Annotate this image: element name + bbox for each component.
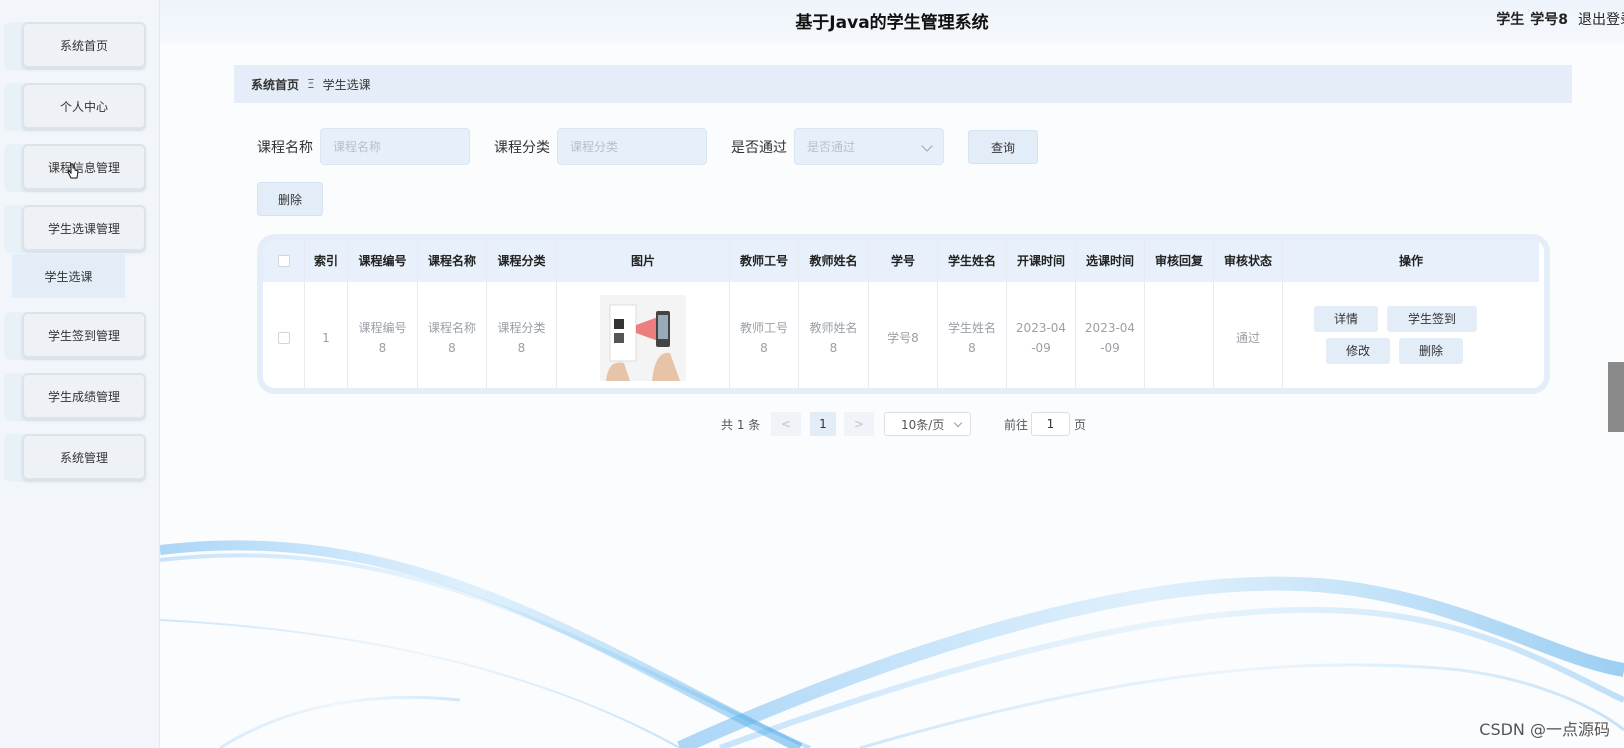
cell-student-no: 学号8: [869, 282, 938, 388]
page-size-value: 10条/页: [901, 417, 945, 432]
row-checkbox[interactable]: [277, 332, 290, 344]
app-title: 基于Java的学生管理系统: [795, 13, 989, 33]
cell-course-category: 课程分类8: [487, 282, 557, 388]
cell-start-time: 2023-04-09: [1007, 282, 1076, 388]
goto-label: 前往: [1004, 417, 1029, 432]
breadcrumb-home[interactable]: 系统首页: [251, 76, 299, 93]
cell-student-name: 学生姓名8: [938, 282, 1007, 388]
header-cell: 审核回复: [1145, 240, 1214, 282]
breadcrumb: 系统首页 Ξ 学生选课: [234, 65, 1572, 103]
logout-link[interactable]: 退出登录: [1578, 12, 1624, 28]
course-image[interactable]: [600, 295, 686, 381]
sidebar-item-system[interactable]: 系统管理: [4, 434, 146, 482]
header-cell: 教师工号: [730, 240, 799, 282]
header-cell: 教师姓名: [799, 240, 869, 282]
page-size-select[interactable]: 10条/页: [884, 412, 971, 436]
cell-course-no: 课程编号8: [348, 282, 418, 388]
header-cell: 索引: [305, 240, 348, 282]
header-cell: 学生姓名: [938, 240, 1007, 282]
user-box: 学生学号8 退出登录: [1490, 9, 1624, 29]
hand-cursor-icon: [67, 163, 79, 179]
sidebar-item-home[interactable]: 系统首页: [4, 22, 146, 70]
header-cell: 课程编号: [348, 240, 418, 282]
watermark: CSDN @一点源码: [1479, 720, 1610, 739]
cell-index: 1: [305, 282, 348, 388]
sidebar: 系统首页 个人中心 课程信息管理 学生选课管理 学生选课 学生签到管理 学生成绩…: [0, 0, 160, 748]
background-waves: [160, 540, 1624, 748]
bulk-delete-button[interactable]: 删除: [257, 182, 323, 216]
delete-button[interactable]: 删除: [1399, 338, 1463, 364]
sidebar-item-profile[interactable]: 个人中心: [4, 83, 146, 131]
chevron-down-icon: [921, 140, 933, 152]
table-header-row: 索引 课程编号 课程名称 课程分类 图片 教师工号 教师姓名 学号 学生姓名 开…: [263, 240, 1539, 282]
scrollbar-thumb[interactable]: [1608, 362, 1624, 432]
course-category-label: 课程分类: [494, 140, 550, 156]
cell-actions: 详情 学生签到 修改 删除: [1283, 282, 1539, 388]
approved-select[interactable]: 是否通过: [794, 128, 944, 165]
breadcrumb-current: 学生选课: [322, 77, 371, 92]
pagination-total: 共 1 条: [721, 417, 761, 432]
username: 学号8: [1530, 12, 1568, 28]
row-actions: 详情 学生签到 修改 删除: [1283, 282, 1539, 388]
cell-teacher-no: 教师工号8: [730, 282, 799, 388]
sidebar-item-label: 系统首页: [22, 22, 146, 68]
cell-image: [557, 282, 730, 388]
sidebar-item-label: 学生签到管理: [22, 312, 146, 358]
approved-label: 是否通过: [731, 140, 787, 156]
header-cell: 图片: [557, 240, 730, 282]
edit-button[interactable]: 修改: [1326, 338, 1390, 364]
sidebar-item-label: 课程信息管理: [22, 144, 146, 190]
select-all-checkbox[interactable]: [277, 255, 290, 267]
next-page-button[interactable]: >: [844, 412, 874, 436]
sidebar-item-label: 个人中心: [22, 83, 146, 129]
header-cell: 操作: [1398, 254, 1423, 268]
query-button[interactable]: 查询: [968, 130, 1038, 164]
cell-review-status: 通过: [1214, 282, 1283, 388]
cell-teacher-name: 教师姓名8: [799, 282, 869, 388]
user-role: 学生: [1496, 12, 1525, 28]
course-name-label: 课程名称: [257, 140, 313, 156]
approved-select-value: 是否通过: [807, 140, 856, 154]
sidebar-item-label: 学生成绩管理: [22, 373, 146, 419]
page-number[interactable]: 1: [810, 412, 836, 436]
page-unit-label: 页: [1074, 417, 1087, 432]
header-cell: 开课时间: [1007, 240, 1076, 282]
top-header: 基于Java的学生管理系统 学生学号8 退出登录: [160, 0, 1624, 44]
data-table: 索引 课程编号 课程名称 课程分类 图片 教师工号 教师姓名 学号 学生姓名 开…: [257, 234, 1550, 394]
table-row: 1 课程编号8 课程名称8 课程分类8 教师工号8 教师姓名8 学号8 学生姓名…: [263, 282, 1539, 388]
course-name-input[interactable]: 课程名称: [320, 128, 470, 165]
prev-page-button[interactable]: <: [771, 412, 801, 436]
select-all-cell: [263, 240, 305, 282]
header-cell: 学号: [869, 240, 938, 282]
header-cell: 选课时间: [1076, 240, 1145, 282]
student-checkin-button[interactable]: 学生签到: [1387, 306, 1477, 332]
breadcrumb-separator-icon: Ξ: [307, 77, 315, 91]
goto-page-input[interactable]: 1: [1031, 412, 1070, 436]
header-cell: 课程名称: [418, 240, 487, 282]
course-category-input[interactable]: 课程分类: [557, 128, 707, 165]
sidebar-subitem-student-selection[interactable]: 学生选课: [12, 254, 125, 298]
chevron-down-icon: [953, 418, 963, 428]
cell-review-reply: [1145, 282, 1214, 388]
sidebar-item-label: 学生选课管理: [22, 205, 146, 251]
cell-course-name: 课程名称8: [418, 282, 487, 388]
header-cell: 审核状态: [1214, 240, 1283, 282]
sidebar-item-course-selection[interactable]: 学生选课管理: [4, 205, 146, 253]
sidebar-item-checkin[interactable]: 学生签到管理: [4, 312, 146, 360]
sidebar-item-label: 系统管理: [22, 434, 146, 480]
header-cell: 课程分类: [487, 240, 557, 282]
detail-button[interactable]: 详情: [1314, 306, 1378, 332]
row-select-cell: [263, 282, 305, 388]
cell-select-time: 2023-04-09: [1076, 282, 1145, 388]
sidebar-item-grades[interactable]: 学生成绩管理: [4, 373, 146, 421]
